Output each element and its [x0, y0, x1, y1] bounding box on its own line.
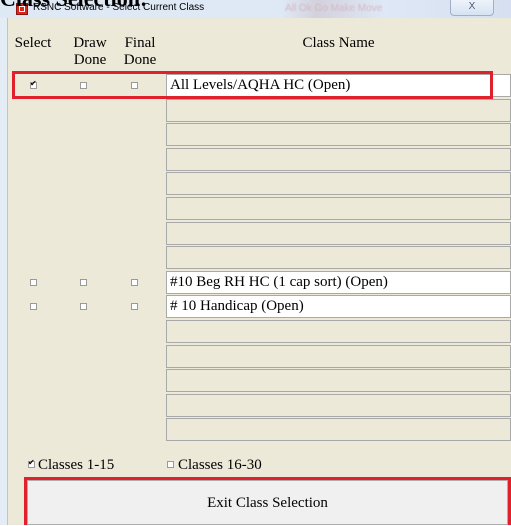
background-window-text: All Ok Go Make Move — [285, 3, 383, 14]
final-done-checkbox[interactable] — [131, 303, 138, 310]
class-name-field[interactable] — [166, 148, 511, 171]
select-checkbox[interactable] — [30, 303, 37, 310]
class-name-field[interactable] — [166, 222, 511, 245]
class-name-field[interactable] — [166, 345, 511, 368]
class-name-field[interactable] — [166, 320, 511, 343]
draw-done-checkbox[interactable] — [80, 279, 87, 286]
select-checkbox[interactable] — [30, 279, 37, 286]
close-button[interactable]: X — [450, 0, 494, 16]
highlight-first-class — [12, 71, 493, 99]
class-name-header: Class Name — [302, 35, 375, 51]
final-done-checkbox[interactable] — [131, 279, 138, 286]
exit-class-selection-button[interactable]: Exit Class Selection — [27, 480, 508, 525]
class-name-field[interactable] — [166, 369, 511, 392]
classes-16-30-checkbox[interactable] — [167, 461, 174, 468]
class-name-field[interactable] — [166, 172, 511, 195]
class-name-field[interactable] — [166, 99, 511, 122]
final-done-header-line1: Final — [124, 35, 156, 51]
draw-done-header-line2: Done — [73, 52, 107, 68]
classes-16-30-label: Classes 16-30 — [178, 457, 262, 473]
page-heading: Class Selection: — [0, 0, 147, 10]
window-left-border — [0, 18, 8, 525]
draw-done-header-line1: Draw — [73, 35, 107, 51]
final-done-header-line2: Done — [123, 52, 157, 68]
class-name-field[interactable] — [166, 123, 511, 146]
class-name-field[interactable] — [166, 246, 511, 269]
draw-done-checkbox[interactable] — [80, 303, 87, 310]
class-name-field[interactable] — [166, 418, 511, 441]
classes-1-15-label: Classes 1-15 — [38, 457, 115, 473]
class-name-field[interactable]: #10 Beg RH HC (1 cap sort) (Open) — [166, 271, 511, 294]
class-name-field[interactable]: # 10 Handicap (Open) — [166, 295, 511, 318]
select-column-header: Select — [14, 35, 52, 51]
classes-1-15-checkbox[interactable] — [28, 458, 35, 468]
class-name-field[interactable] — [166, 394, 511, 417]
class-name-field[interactable] — [166, 197, 511, 220]
